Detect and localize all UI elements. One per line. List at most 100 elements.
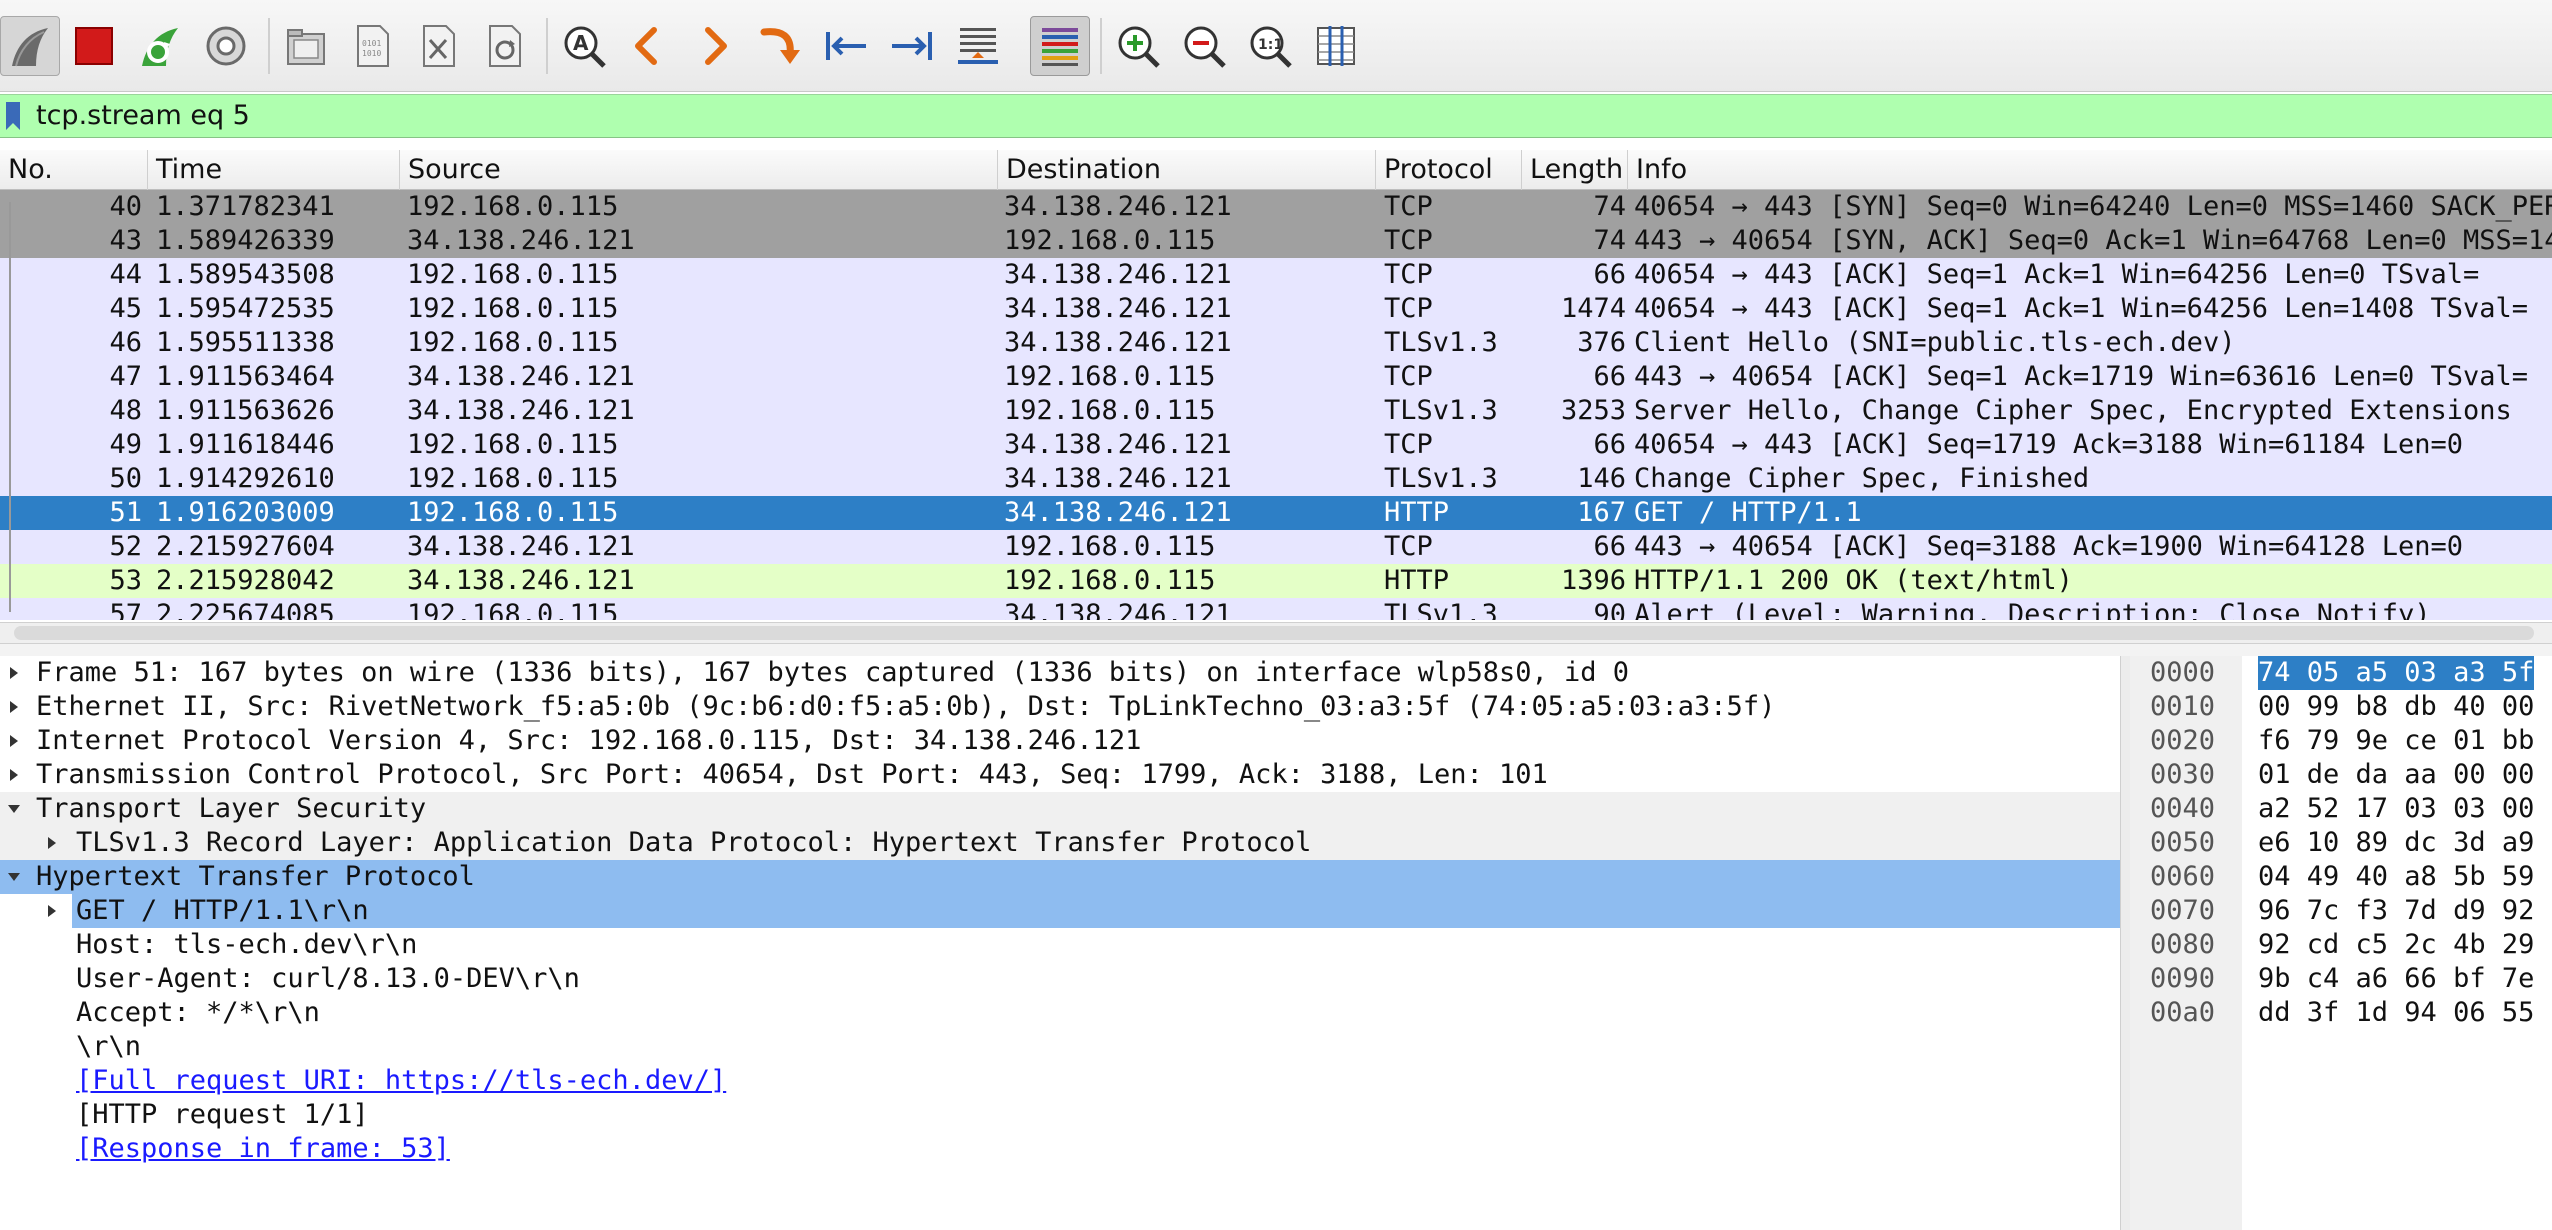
packet-destination: 192.168.0.115 (1004, 395, 1216, 426)
go-forward-button[interactable] (684, 16, 744, 76)
column-header-source[interactable]: Source (400, 150, 998, 190)
find-packet-button[interactable]: A (554, 16, 614, 76)
reload-file-button[interactable] (474, 16, 534, 76)
column-header-length[interactable]: Length (1522, 150, 1628, 190)
detail-tree-item[interactable]: Transmission Control Protocol, Src Port:… (0, 758, 2120, 792)
detail-tree-item[interactable]: TLSv1.3 Record Layer: Application Data P… (0, 826, 2120, 860)
bytes-row[interactable]: 00a0 dd 3f 1d 94 06 55 (2130, 996, 2552, 1030)
detail-tree-item[interactable]: User-Agent: curl/8.13.0-DEV\r\n (0, 962, 2120, 996)
bytes-row[interactable]: 0060 04 49 40 a8 5b 59 (2130, 860, 2552, 894)
column-header-info[interactable]: Info (1628, 150, 2552, 190)
bytes-row[interactable]: 0030 01 de da aa 00 00 (2130, 758, 2552, 792)
bytes-row[interactable]: 0020 f6 79 9e ce 01 bb (2130, 724, 2552, 758)
packet-row[interactable]: 45 1.595472535 192.168.0.115 34.138.246.121… (0, 292, 2552, 326)
detail-tree-item[interactable]: Host: tls-ech.dev\r\n (0, 928, 2120, 962)
column-header-no[interactable]: No. (0, 150, 148, 190)
bytes-row[interactable]: 0050 e6 10 89 dc 3d a9 (2130, 826, 2552, 860)
open-file-button[interactable] (276, 16, 336, 76)
collapsed-arrow-icon[interactable] (42, 894, 62, 928)
bytes-row[interactable]: 0070 96 7c f3 7d d9 92 (2130, 894, 2552, 928)
byte-hex[interactable]: 74 05 a5 03 a3 5f (2258, 656, 2535, 690)
go-last-packet-button[interactable] (882, 16, 942, 76)
bytes-row[interactable]: 0040 a2 52 17 03 03 00 (2130, 792, 2552, 826)
close-file-button[interactable] (408, 16, 468, 76)
start-capture-button[interactable] (0, 16, 60, 76)
byte-hex[interactable]: a2 52 17 03 03 00 (2258, 792, 2534, 826)
packet-row[interactable]: 49 1.911618446 192.168.0.115 34.138.246.121… (0, 428, 2552, 462)
detail-tree-item[interactable]: [HTTP request 1/1] (0, 1098, 2120, 1132)
byte-hex[interactable]: 92 cd c5 2c 4b 29 (2258, 928, 2534, 962)
packet-row[interactable]: 51 1.916203009 192.168.0.115 34.138.246.121… (0, 496, 2552, 530)
byte-hex[interactable]: e6 10 89 dc 3d a9 (2258, 826, 2534, 860)
scrollbar-thumb[interactable] (14, 626, 2534, 640)
packet-row[interactable]: 53 2.215928042 34.138.246.121 192.168.0.115… (0, 564, 2552, 598)
packet-row[interactable]: 57 2.225674085 192.168.0.115 34.138.246.121… (0, 598, 2552, 620)
detail-link[interactable]: [Full request URI: https://tls-ech.dev/] (76, 1064, 726, 1098)
expanded-arrow-icon[interactable] (4, 792, 24, 826)
detail-tree-item[interactable]: Transport Layer Security (0, 792, 2120, 826)
colorize-button[interactable] (1030, 16, 1090, 76)
zoom-in-button[interactable] (1108, 16, 1168, 76)
svg-text:1010: 1010 (362, 49, 381, 58)
column-header-destination[interactable]: Destination (998, 150, 1376, 190)
normal-size-button[interactable]: 1:1 (1240, 16, 1300, 76)
go-last-packet-icon (892, 32, 932, 60)
packet-info: HTTP/1.1 200 OK (text/html) (1634, 565, 2073, 596)
packet-protocol: TCP (1384, 259, 1433, 290)
column-header-protocol[interactable]: Protocol (1376, 150, 1522, 190)
details-bytes-divider[interactable] (2120, 656, 2130, 1230)
detail-tree-item[interactable]: Accept: */*\r\n (0, 996, 2120, 1030)
restart-capture-button[interactable] (130, 16, 190, 76)
collapsed-arrow-icon[interactable] (42, 826, 62, 860)
go-back-button[interactable] (618, 16, 678, 76)
expanded-arrow-icon[interactable] (4, 860, 24, 894)
detail-tree-item[interactable]: Internet Protocol Version 4, Src: 192.16… (0, 724, 2120, 758)
detail-tree-item[interactable]: [Response in frame: 53] (0, 1132, 2120, 1166)
detail-tree-item[interactable]: [Full request URI: https://tls-ech.dev/] (0, 1064, 2120, 1098)
bytes-row[interactable]: 0000 74 05 a5 03 a3 5f (2130, 656, 2552, 690)
packet-row[interactable]: 43 1.589426339 34.138.246.121 192.168.0.115… (0, 224, 2552, 258)
bookmark-icon[interactable] (4, 102, 22, 130)
save-file-button[interactable]: 0101 1010 (342, 16, 402, 76)
collapsed-arrow-icon[interactable] (4, 758, 24, 792)
display-filter-input[interactable] (36, 95, 2436, 137)
stop-capture-button[interactable] (64, 16, 124, 76)
column-header-time[interactable]: Time (148, 150, 400, 190)
packet-row[interactable]: 44 1.589543508 192.168.0.115 34.138.246.121… (0, 258, 2552, 292)
zoom-out-button[interactable] (1174, 16, 1234, 76)
collapsed-arrow-icon[interactable] (4, 724, 24, 758)
go-to-packet-button[interactable] (750, 16, 810, 76)
detail-text: \r\n (76, 1031, 142, 1062)
bytes-row[interactable]: 0090 9b c4 a6 66 bf 7e (2130, 962, 2552, 996)
go-first-packet-button[interactable] (816, 16, 876, 76)
packet-row[interactable]: 47 1.911563464 34.138.246.121 192.168.0.115… (0, 360, 2552, 394)
pane-splitter[interactable] (0, 644, 2552, 656)
collapsed-arrow-icon[interactable] (4, 690, 24, 724)
byte-hex[interactable]: 00 99 b8 db 40 00 (2258, 690, 2534, 724)
packet-source: 192.168.0.115 (407, 599, 619, 620)
packet-row[interactable]: 52 2.215927604 34.138.246.121 192.168.0.115… (0, 530, 2552, 564)
resize-columns-button[interactable] (1306, 16, 1366, 76)
packet-list-horizontal-scrollbar[interactable] (0, 622, 2552, 644)
bytes-row[interactable]: 0010 00 99 b8 db 40 00 (2130, 690, 2552, 724)
detail-tree-item[interactable]: Ethernet II, Src: RivetNetwork_f5:a5:0b … (0, 690, 2120, 724)
byte-hex[interactable]: 9b c4 a6 66 bf 7e (2258, 962, 2534, 996)
bytes-row[interactable]: 0080 92 cd c5 2c 4b 29 (2130, 928, 2552, 962)
byte-hex[interactable]: 01 de da aa 00 00 (2258, 758, 2534, 792)
collapsed-arrow-icon[interactable] (4, 656, 24, 690)
capture-options-button[interactable] (196, 16, 256, 76)
auto-scroll-button[interactable] (948, 16, 1008, 76)
packet-row[interactable]: 48 1.911563626 34.138.246.121 192.168.0.115… (0, 394, 2552, 428)
detail-link[interactable]: [Response in frame: 53] (76, 1132, 450, 1166)
detail-tree-item[interactable]: Frame 51: 167 bytes on wire (1336 bits),… (0, 656, 2120, 690)
byte-hex[interactable]: dd 3f 1d 94 06 55 (2258, 996, 2534, 1030)
packet-row[interactable]: 50 1.914292610 192.168.0.115 34.138.246.121… (0, 462, 2552, 496)
byte-hex[interactable]: f6 79 9e ce 01 bb (2258, 724, 2534, 758)
byte-hex[interactable]: 96 7c f3 7d d9 92 (2258, 894, 2534, 928)
packet-row[interactable]: 46 1.595511338 192.168.0.115 34.138.246.121… (0, 326, 2552, 360)
detail-tree-item[interactable]: \r\n (0, 1030, 2120, 1064)
byte-hex[interactable]: 04 49 40 a8 5b 59 (2258, 860, 2534, 894)
detail-tree-item[interactable]: GET / HTTP/1.1\r\n (0, 894, 2120, 928)
detail-tree-item[interactable]: Hypertext Transfer Protocol (0, 860, 2120, 894)
packet-row[interactable]: 40 1.371782341 192.168.0.115 34.138.246.121… (0, 190, 2552, 224)
